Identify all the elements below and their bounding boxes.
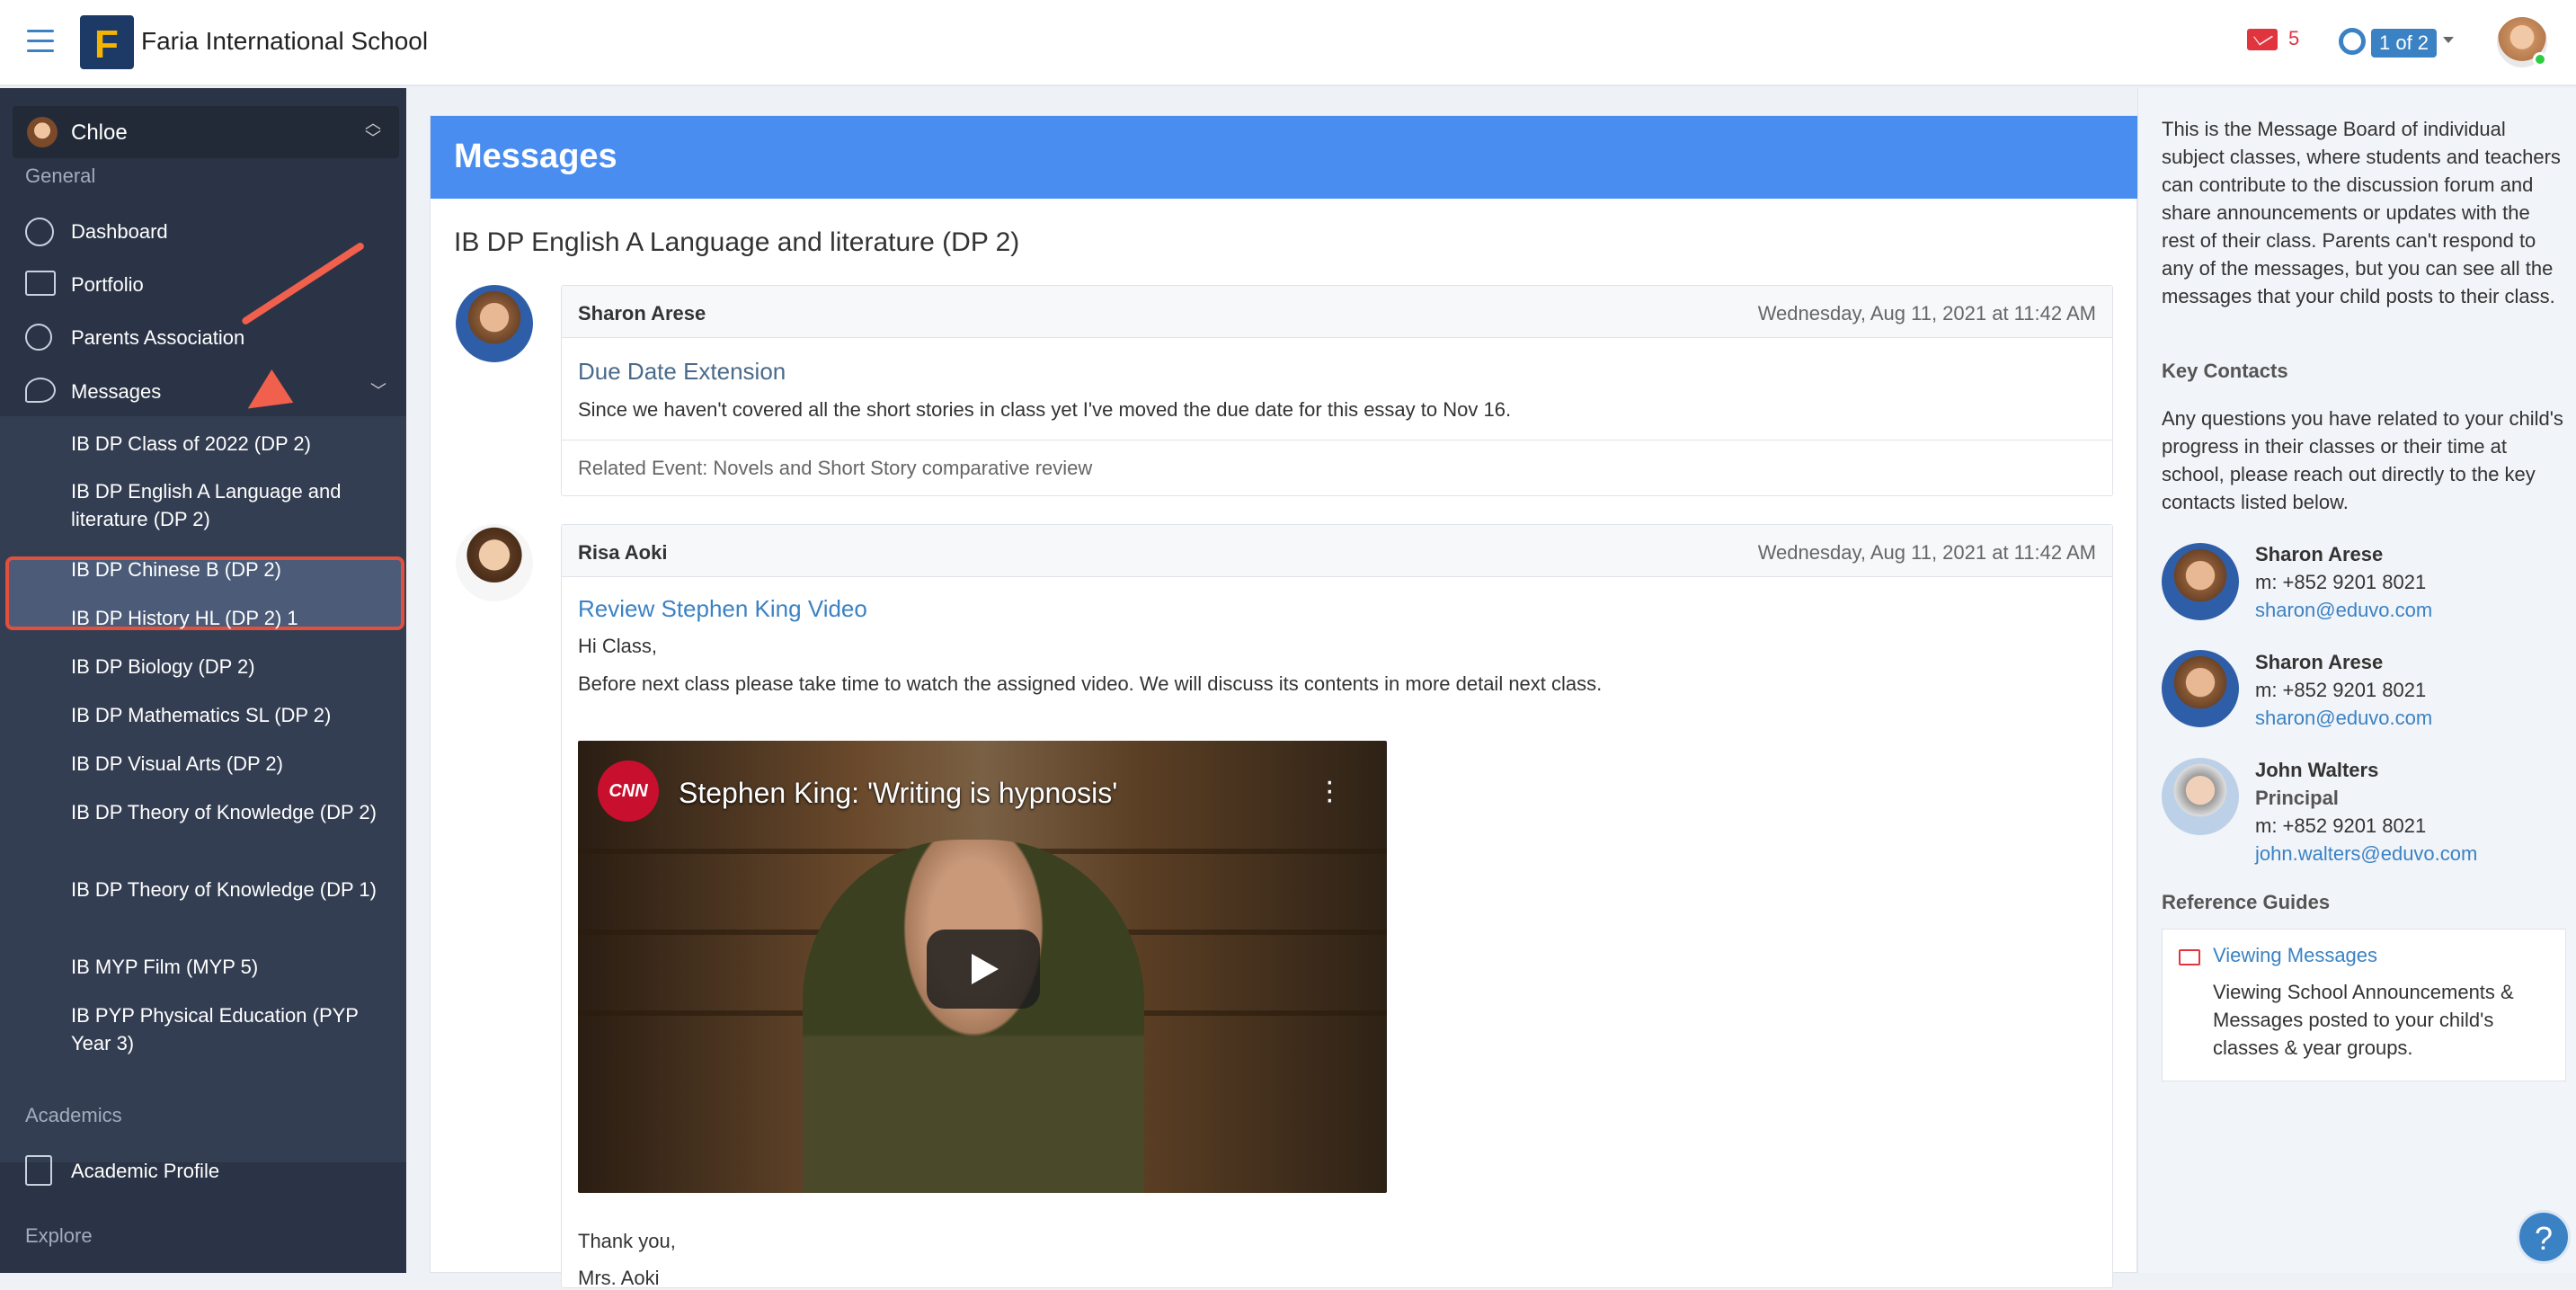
board-description: This is the Message Board of individual … [2162, 118, 2561, 307]
messages-icon [25, 378, 56, 403]
up-down-icon: ︿ ﹀ [365, 114, 381, 147]
message-date: Wednesday, Aug 11, 2021 at 11:42 AM [1757, 541, 2096, 564]
sidebar-class-item[interactable]: IB DP Class of 2022 (DP 2) [71, 430, 377, 458]
message-date: Wednesday, Aug 11, 2021 at 11:42 AM [1757, 302, 2096, 325]
class-title: IB DP English A Language and literature … [454, 227, 1020, 257]
sidebar-class-item[interactable]: IB DP Visual Arts (DP 2) [71, 750, 377, 778]
sidebar-class-item-active[interactable]: IB DP English A Language and literature … [71, 477, 377, 533]
section-academics: Academics [25, 1104, 122, 1126]
message-signature: Mrs. Aoki [578, 1267, 660, 1289]
school-name: Faria International School [141, 27, 429, 55]
sidebar-class-item[interactable]: IB DP Theory of Knowledge (DP 2) [71, 798, 377, 826]
contact-email-link[interactable]: sharon@eduvo.com [2255, 596, 2432, 624]
message-greeting: Hi Class, [578, 635, 658, 657]
key-contacts-description: Any questions you have related to your c… [2162, 407, 2563, 513]
sidebar-item-academic-profile[interactable]: Academic Profile [0, 1146, 406, 1195]
sidebar-class-item[interactable]: IB DP Theory of Knowledge (DP 1) [71, 876, 377, 903]
cnn-logo: CNN [598, 761, 659, 822]
message-header: Risa Aoki Wednesday, Aug 11, 2021 at 11:… [562, 525, 2112, 577]
info-rail: This is the Message Board of individual … [2137, 88, 2576, 1273]
message-author: Risa Aoki [578, 541, 668, 564]
contact-card: Sharon Arese m: +852 9201 8021 sharon@ed… [2255, 648, 2432, 732]
reference-guide-card: Viewing Messages Viewing School Announce… [2162, 929, 2566, 1081]
school-logo[interactable]: F [80, 15, 134, 69]
author-avatar [456, 285, 533, 362]
document-icon [25, 1155, 52, 1186]
guide-link[interactable]: Viewing Messages [2213, 944, 2377, 967]
message-body: Before next class please take time to wa… [578, 672, 1603, 695]
sidebar: Chloe ︿ ﹀ General Dashboard Portfolio Par… [0, 88, 406, 1273]
reference-guides-heading: Reference Guides [2162, 891, 2331, 913]
message-subject-link[interactable]: Review Stephen King Video [578, 595, 867, 623]
contact-email-link[interactable]: sharon@eduvo.com [2255, 704, 2432, 732]
video-thumbnail [803, 840, 1144, 1193]
mail-icon [2179, 949, 2200, 965]
sidebar-class-item[interactable]: IB DP Chinese B (DP 2) [71, 556, 377, 583]
video-title[interactable]: Stephen King: 'Writing is hypnosis' [679, 777, 1117, 810]
page-banner: Messages [431, 116, 2138, 199]
chevron-down-icon[interactable] [2443, 37, 2454, 43]
mail-icon [2247, 29, 2278, 50]
sidebar-class-item[interactable]: IB DP Mathematics SL (DP 2) [71, 701, 377, 729]
sidebar-class-item[interactable]: IB PYP Physical Education (PYP Year 3) [71, 1001, 377, 1057]
chevron-down-icon: ﹀ [370, 382, 386, 400]
message-body: Since we haven't covered all the short s… [578, 398, 1512, 421]
sidebar-class-item[interactable]: IB DP Biology (DP 2) [71, 653, 377, 681]
contact-avatar [2162, 543, 2239, 620]
lifebuoy-icon[interactable] [2339, 28, 2366, 55]
video-player[interactable]: CNN Stephen King: 'Writing is hypnosis' … [578, 741, 1387, 1193]
contact-card: John Walters Principal m: +852 9201 8021… [2255, 756, 2477, 867]
play-button[interactable] [927, 930, 1040, 1009]
section-explore: Explore [25, 1224, 93, 1247]
sidebar-item-dashboard[interactable]: Dashboard [0, 207, 406, 255]
sidebar-item-parents-association[interactable]: Parents Association [0, 313, 406, 361]
student-name: Chloe [71, 120, 128, 145]
message-subject: Due Date Extension [578, 358, 786, 385]
parents-icon [25, 324, 52, 351]
message-author: Sharon Arese [578, 302, 706, 325]
portfolio-icon [25, 271, 56, 296]
author-avatar [456, 524, 533, 601]
help-icon[interactable]: ? [2517, 1210, 2571, 1264]
section-general: General [25, 165, 96, 187]
message-card: Sharon Arese Wednesday, Aug 11, 2021 at … [561, 285, 2113, 496]
main-panel: Messages IB DP English A Language and li… [430, 115, 2138, 1289]
contact-card: Sharon Arese m: +852 9201 8021 sharon@ed… [2255, 540, 2432, 624]
more-options-icon[interactable]: · · · [1325, 766, 1335, 814]
menu-icon[interactable] [27, 30, 54, 53]
inbox-button[interactable]: 5 [2247, 27, 2299, 50]
sidebar-item-portfolio[interactable]: Portfolio [0, 260, 406, 308]
sidebar-class-item[interactable]: IB MYP Film (MYP 5) [71, 953, 377, 981]
unread-count: 5 [2288, 27, 2300, 49]
key-contacts-heading: Key Contacts [2162, 360, 2288, 382]
sidebar-class-item[interactable]: IB DP History HL (DP 2) 1 [71, 604, 377, 632]
contact-email-link[interactable]: john.walters@eduvo.com [2255, 840, 2477, 867]
related-event[interactable]: Related Event: Novels and Short Story co… [562, 440, 2112, 497]
student-switcher[interactable]: Chloe ︿ ﹀ [13, 106, 399, 158]
message-header: Sharon Arese Wednesday, Aug 11, 2021 at … [562, 286, 2112, 338]
online-status-icon [2533, 52, 2547, 67]
contact-avatar [2162, 758, 2239, 835]
top-bar: F Faria International School 5 1 of 2 [0, 0, 2576, 86]
student-avatar [27, 117, 58, 147]
dashboard-icon [25, 218, 54, 246]
page-title: Messages [454, 138, 617, 175]
child-pager[interactable]: 1 of 2 [2371, 29, 2438, 58]
message-card: Risa Aoki Wednesday, Aug 11, 2021 at 11:… [561, 524, 2113, 1289]
guide-description: Viewing School Announcements & Messages … [2213, 981, 2514, 1059]
message-signoff: Thank you, [578, 1230, 676, 1252]
sidebar-item-messages[interactable]: Messages ﹀ [0, 367, 406, 415]
contact-avatar [2162, 650, 2239, 727]
